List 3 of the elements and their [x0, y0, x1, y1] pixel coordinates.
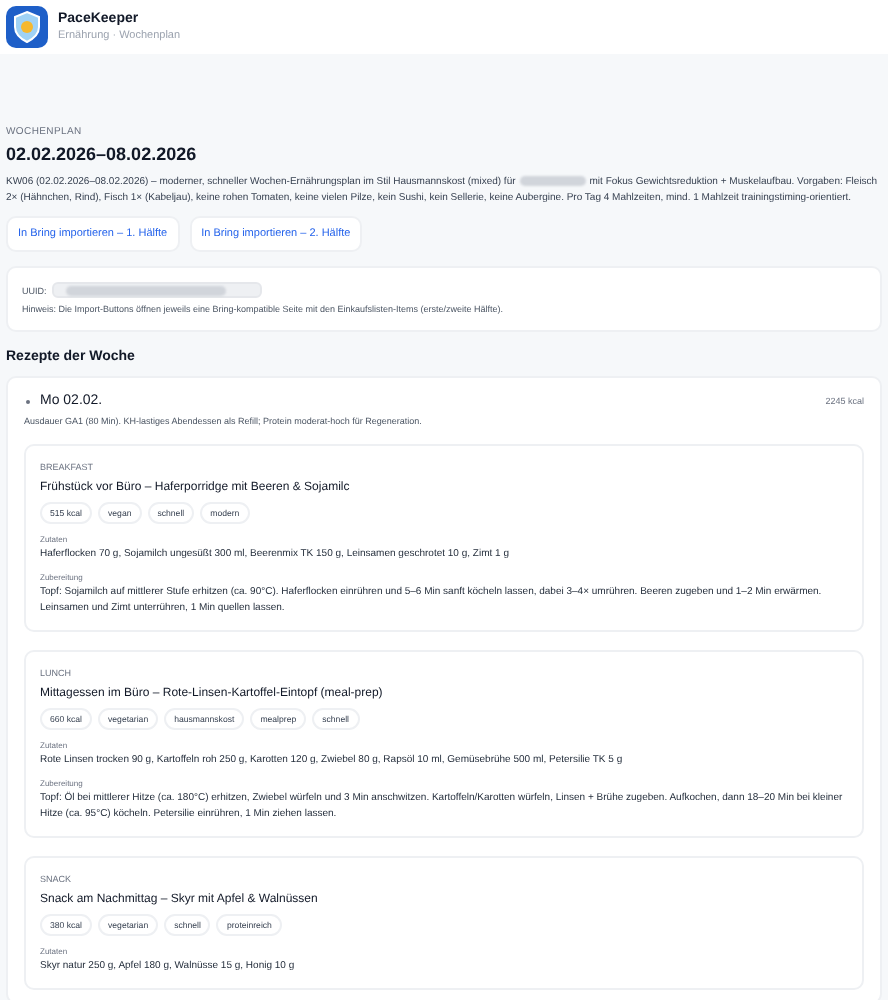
- bullet-icon[interactable]: [24, 397, 32, 405]
- plan-title: 02.02.2026–08.02.2026: [6, 144, 199, 164]
- app-logo: [6, 6, 48, 48]
